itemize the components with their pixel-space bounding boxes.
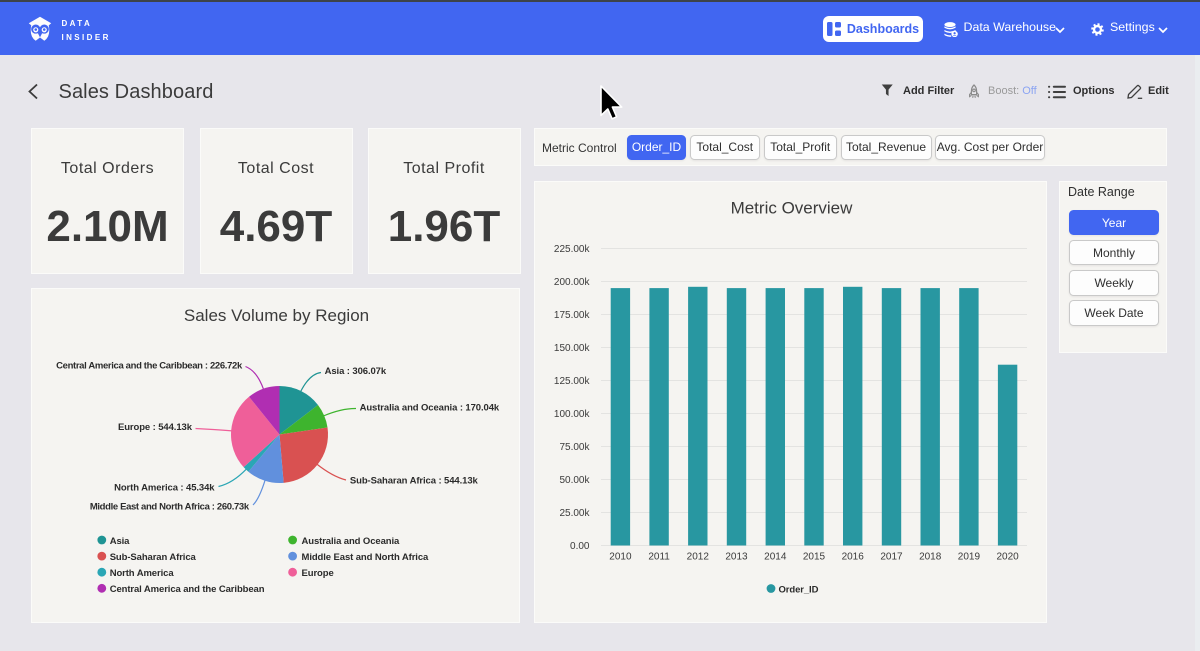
svg-text:Europe: Europe: [302, 568, 334, 579]
svg-text:North America : 45.34k: North America : 45.34k: [114, 482, 215, 493]
svg-text:Sales Volume by Region: Sales Volume by Region: [184, 306, 369, 325]
svg-text:Sub-Saharan Africa : 544.13k: Sub-Saharan Africa : 544.13k: [350, 475, 479, 486]
svg-text:2010: 2010: [609, 551, 632, 562]
svg-text:Central America and the Caribb: Central America and the Caribbean: [110, 584, 265, 595]
svg-text:2019: 2019: [958, 551, 981, 562]
svg-text:200.00k: 200.00k: [554, 277, 591, 288]
svg-text:2014: 2014: [764, 551, 787, 562]
svg-text:Central America and the Caribb: Central America and the Caribbean : 226.…: [56, 360, 243, 371]
svg-text:Metric Overview: Metric Overview: [731, 198, 854, 217]
svg-text:Middle East and North Africa :: Middle East and North Africa : 260.73k: [90, 501, 250, 512]
svg-text:2013: 2013: [725, 551, 748, 562]
svg-text:Europe : 544.13k: Europe : 544.13k: [118, 422, 193, 433]
svg-text:125.00k: 125.00k: [554, 376, 591, 387]
svg-text:225.00k: 225.00k: [554, 244, 591, 255]
svg-text:Australia and Oceania: Australia and Oceania: [302, 535, 401, 546]
svg-text:50.00k: 50.00k: [559, 475, 590, 486]
svg-text:Sub-Saharan Africa: Sub-Saharan Africa: [110, 551, 197, 562]
svg-text:2017: 2017: [880, 551, 903, 562]
svg-text:Asia : 306.07k: Asia : 306.07k: [325, 365, 387, 376]
svg-text:0.00: 0.00: [570, 541, 590, 552]
svg-text:Australia and Oceania : 170.04: Australia and Oceania : 170.04k: [360, 402, 500, 413]
svg-text:Order_ID: Order_ID: [779, 584, 819, 595]
svg-text:2016: 2016: [842, 551, 865, 562]
svg-text:2018: 2018: [919, 551, 942, 562]
svg-text:Middle East and North Africa: Middle East and North Africa: [302, 551, 430, 562]
svg-text:2015: 2015: [803, 551, 826, 562]
svg-text:25.00k: 25.00k: [559, 508, 590, 519]
svg-text:Asia: Asia: [110, 535, 130, 546]
svg-text:100.00k: 100.00k: [554, 409, 591, 420]
svg-text:2012: 2012: [687, 551, 710, 562]
svg-text:North America: North America: [110, 568, 175, 579]
svg-text:2020: 2020: [996, 551, 1019, 562]
svg-text:75.00k: 75.00k: [559, 442, 590, 453]
svg-text:150.00k: 150.00k: [554, 343, 591, 354]
svg-text:175.00k: 175.00k: [554, 310, 591, 321]
svg-text:2011: 2011: [648, 551, 670, 562]
